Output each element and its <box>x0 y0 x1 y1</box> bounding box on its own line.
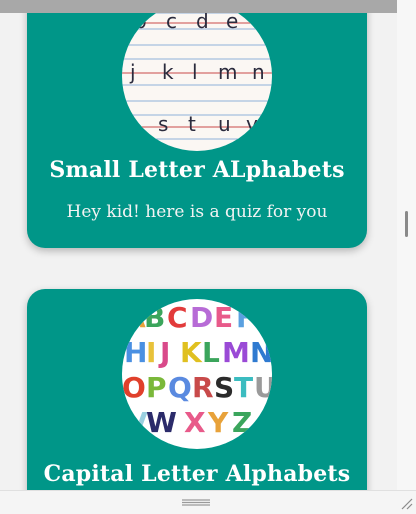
letter-H: H <box>124 336 147 369</box>
letter-b: b <box>134 13 147 33</box>
letter-M: M <box>222 336 250 369</box>
letter-C: C <box>167 301 188 334</box>
top-app-bar <box>0 0 397 13</box>
letter-Z: Z <box>232 406 252 439</box>
quiz-card-small-letters[interactable]: b c d e j k l m n s t u v Small Letter A… <box>27 13 367 248</box>
letter-n: n <box>252 60 265 84</box>
letter-I: I <box>146 336 156 369</box>
card-subtitle: Hey kid! here is a quiz for you <box>66 202 328 222</box>
letter-E: E <box>214 301 233 334</box>
letter-O: O <box>122 371 146 404</box>
letter-t: t <box>188 112 196 136</box>
letter-u: u <box>218 112 231 136</box>
letter-T: T <box>234 371 253 404</box>
letter-D: D <box>190 301 213 334</box>
letter-R: R <box>192 371 214 404</box>
small-letters-image: b c d e j k l m n s t u v <box>122 13 272 151</box>
quiz-card-capital-letters[interactable]: A B C D E F H I J K L M N O P Q R S T U … <box>27 289 367 490</box>
resize-corner-icon[interactable] <box>400 497 413 510</box>
letter-d: d <box>196 13 209 33</box>
letter-K: K <box>180 336 203 369</box>
letter-Q: Q <box>168 371 192 404</box>
capital-letters-thumbnail: A B C D E F H I J K L M N O P Q R S T U … <box>122 299 272 449</box>
letter-k: k <box>162 60 174 84</box>
letter-J: J <box>158 336 170 369</box>
letter-P: P <box>146 371 167 404</box>
letter-L: L <box>202 336 220 369</box>
letter-U: U <box>254 371 272 404</box>
capital-letters-image: A B C D E F H I J K L M N O P Q R S T U … <box>122 299 272 449</box>
letter-S: S <box>214 371 234 404</box>
letter-N: N <box>250 336 272 369</box>
letter-A: A <box>124 301 146 334</box>
letter-m: m <box>218 60 237 84</box>
letter-F: F <box>236 301 255 334</box>
letter-W: W <box>146 406 177 439</box>
scrollbar-grip-icon[interactable] <box>405 211 408 237</box>
card-title: Small Letter ALphabets <box>49 157 345 183</box>
scrollbar-gutter[interactable] <box>397 0 416 513</box>
letter-e: e <box>226 13 238 33</box>
letter-Y: Y <box>207 406 229 439</box>
letter-c: c <box>166 13 177 33</box>
letter-l: l <box>192 60 198 84</box>
card-title: Capital Letter Alphabets <box>43 461 351 487</box>
letter-V: V <box>126 406 148 439</box>
letter-j: j <box>129 60 136 84</box>
quiz-list[interactable]: b c d e j k l m n s t u v Small Letter A… <box>0 13 397 490</box>
letter-v: v <box>246 112 258 136</box>
drag-handle-icon[interactable] <box>182 499 210 506</box>
letter-B: B <box>144 301 165 334</box>
letter-s: s <box>158 112 168 136</box>
letter-X: X <box>184 406 206 439</box>
small-letters-thumbnail: b c d e j k l m n s t u v <box>122 13 272 151</box>
